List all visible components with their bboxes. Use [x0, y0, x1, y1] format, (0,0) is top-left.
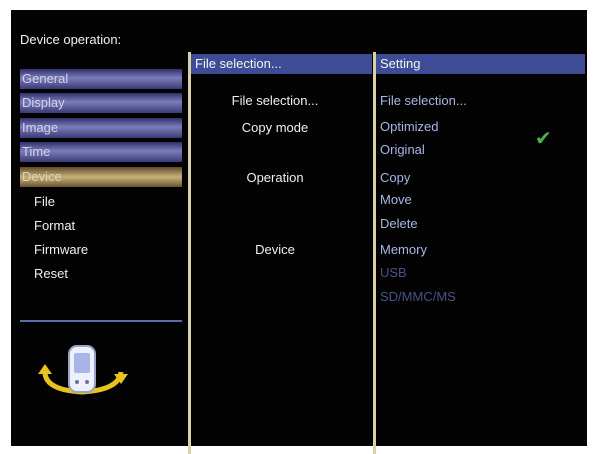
submenu-item-reset[interactable]: Reset: [34, 266, 68, 281]
setting-copy[interactable]: Copy: [380, 170, 410, 185]
setting-move[interactable]: Move: [380, 192, 412, 207]
setting-optimized[interactable]: Optimized: [380, 119, 439, 134]
left-panel-divider: [20, 320, 182, 322]
middle-column-header: File selection...: [191, 54, 372, 74]
menu-item-device[interactable]: Device: [20, 167, 182, 187]
column-divider-right: [373, 52, 376, 454]
check-icon: ✔: [535, 128, 552, 150]
option-device[interactable]: Device: [190, 242, 360, 257]
menu-item-image[interactable]: Image: [20, 118, 182, 138]
setting-memory[interactable]: Memory: [380, 242, 427, 257]
submenu-item-format[interactable]: Format: [34, 218, 75, 233]
option-copy-mode[interactable]: Copy mode: [190, 120, 360, 135]
setting-file-selection[interactable]: File selection...: [380, 93, 467, 108]
setting-delete[interactable]: Delete: [380, 216, 418, 231]
menu-item-time[interactable]: Time: [20, 142, 182, 162]
right-column-header: Setting: [376, 54, 585, 74]
submenu-item-firmware[interactable]: Firmware: [34, 242, 88, 257]
menu-item-general[interactable]: General: [20, 69, 182, 89]
setting-original[interactable]: Original: [380, 142, 425, 157]
menu-item-display[interactable]: Display: [20, 93, 182, 113]
submenu-item-file[interactable]: File: [34, 194, 55, 209]
setting-usb: USB: [380, 265, 407, 280]
option-operation[interactable]: Operation: [190, 170, 360, 185]
setting-sd-mmc-ms: SD/MMC/MS: [380, 289, 456, 304]
page-title: Device operation:: [20, 32, 122, 47]
option-file-selection[interactable]: File selection...: [190, 93, 360, 108]
rotate-device-icon: [38, 345, 128, 395]
